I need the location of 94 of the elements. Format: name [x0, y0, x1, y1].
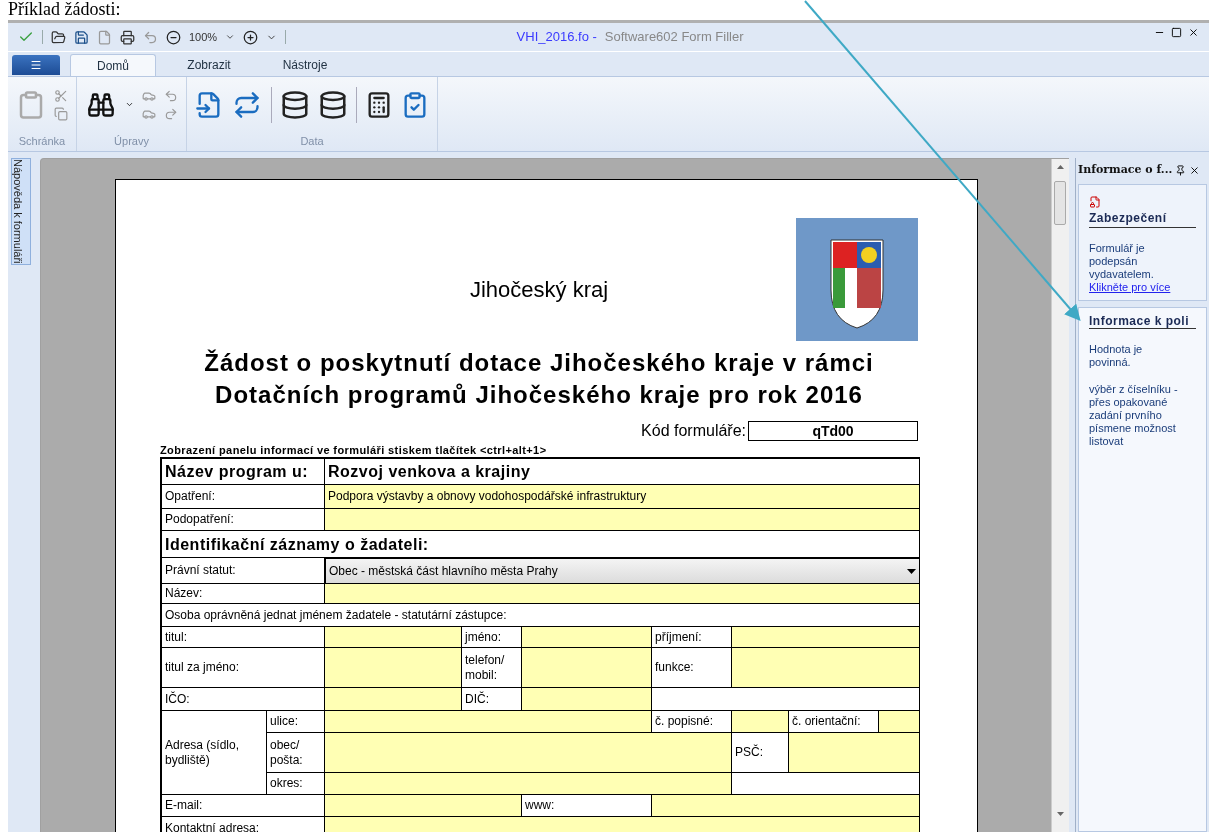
form-label: č. orientační: [789, 711, 879, 733]
form-label: okres: [267, 773, 325, 795]
input-field[interactable] [652, 795, 920, 817]
input-field[interactable] [325, 733, 732, 773]
panel-title: Informace o f... [1078, 161, 1173, 178]
form-label: www: [522, 795, 652, 817]
zoom-out-icon[interactable] [166, 29, 181, 45]
more-info-link[interactable]: Klikněte pro více [1089, 281, 1196, 294]
close-icon[interactable] [1188, 27, 1199, 38]
side-tab[interactable]: Nápověda k formuláři [11, 158, 31, 265]
ribbon-group-label: Data [300, 133, 324, 149]
input-field[interactable] [522, 688, 652, 711]
input-field[interactable] [325, 688, 462, 711]
section-heading: Informace k poli [1089, 314, 1196, 329]
app-menu-button[interactable] [12, 55, 60, 75]
input-field[interactable] [325, 795, 522, 817]
caret-icon [907, 568, 916, 574]
window-title-file: VHI_2016.fo - [516, 28, 597, 47]
scroll-down-icon[interactable] [1057, 812, 1064, 816]
form-label: Adresa (sídlo, bydliště) [162, 711, 267, 795]
maximize-icon[interactable] [1171, 27, 1182, 38]
input-field[interactable]: Podpora výstavby a obnovy vodohospodářské infrastruktury [325, 485, 920, 509]
form-title: Dotačních programů Jihočeského kraje pro rok 2016 [215, 380, 863, 410]
form-label: PSČ: [732, 733, 789, 773]
input-field[interactable] [325, 584, 920, 604]
input-field[interactable] [325, 509, 920, 531]
import-icon[interactable] [195, 89, 223, 120]
zoom-in-icon[interactable] [243, 29, 259, 45]
ribbon-tab[interactable]: Nástroje [262, 54, 348, 76]
pin-icon[interactable] [1175, 164, 1187, 176]
region-name: Jihočeský kraj [468, 276, 610, 304]
ribbon-group-label: Schránka [18, 133, 66, 149]
form-label: Opatření: [162, 485, 325, 509]
section-heading: Zabezpečení [1089, 209, 1196, 228]
field-info-text: výběr z číselníku - přes opakované zadání prvního písmene možnost listovat [1089, 383, 1179, 448]
document-caption: Příklad žádosti: [8, 0, 121, 20]
input-field[interactable] [732, 711, 789, 733]
form-label: obec/ pošta: [267, 733, 325, 773]
input-field[interactable] [789, 733, 920, 773]
form-heading: Rozvoj venkova a krajiny [325, 459, 920, 485]
hint-text: Zobrazení panelu informací ve formuláři stiskem tlačítek <ctrl+alt+1> [160, 443, 548, 457]
form-heading: Identifikační záznamy o žadateli: [162, 531, 920, 558]
input-field[interactable] [732, 627, 920, 648]
form-label: titul: [162, 627, 325, 648]
form-heading: Název program u: [162, 459, 325, 485]
cut-icon[interactable] [54, 88, 68, 103]
input-field[interactable] [879, 711, 920, 733]
form-label: ulice: [267, 711, 325, 733]
input-field[interactable] [325, 648, 462, 688]
window-title: Software602 Form Filler [604, 28, 744, 47]
input-field[interactable] [325, 773, 732, 795]
form-label: Podopatření: [162, 509, 325, 531]
caret-icon [225, 32, 236, 42]
zoom-dropdown[interactable]: 100% [189, 28, 236, 46]
save-icon[interactable] [74, 29, 89, 45]
ribbon-tab[interactable]: Zobrazit [166, 54, 252, 76]
form-label: Osoba oprávněná jednat jménem žadatele - statutární zástupce: [162, 604, 920, 627]
field-info-text: Hodnota je povinná. [1089, 343, 1144, 369]
scrollbar[interactable] [1051, 159, 1069, 832]
form-label: titul za jméno: [162, 648, 325, 688]
form-label: č. popisné: [652, 711, 732, 733]
ribbon-tab[interactable]: Domů [70, 54, 156, 76]
undo-icon[interactable] [164, 88, 178, 103]
input-field[interactable] [325, 627, 462, 648]
database-save-icon[interactable] [318, 89, 348, 120]
certificate-icon [1089, 195, 1101, 209]
form-label: Název: [162, 584, 325, 604]
database-open-icon[interactable] [280, 89, 310, 120]
form-label: DIČ: [462, 688, 522, 711]
form-title: Žádost o poskytnutí dotace Jihočeského kraje v rámci [204, 348, 874, 378]
input-field[interactable] [522, 648, 652, 688]
scroll-thumb[interactable] [1054, 181, 1066, 225]
input-field[interactable] [522, 627, 652, 648]
close-icon[interactable] [1189, 164, 1201, 176]
security-text: Formulář je podepsán vydavatelem. [1089, 242, 1155, 281]
form-label: funkce: [652, 648, 732, 688]
form-label: Právní statut: [162, 558, 325, 584]
form-label: jméno: [462, 627, 522, 648]
folder-icon[interactable] [51, 29, 66, 45]
scroll-up-icon[interactable] [1057, 165, 1064, 169]
ribbon-group-label: Úpravy [114, 133, 149, 149]
input-field[interactable] [732, 648, 920, 688]
form-label: IČO: [162, 688, 325, 711]
form-label: telefon/ mobil: [462, 648, 522, 688]
form-code-label: Kód formuláře: [641, 421, 746, 441]
binoculars-icon[interactable] [85, 90, 117, 119]
menu-icon [29, 59, 43, 71]
form-code-field: qTd00 [748, 421, 918, 441]
form-label: Kontaktní adresa: [162, 817, 325, 832]
dropdown-field[interactable]: Obec - městská část hlavního města Prahy [325, 558, 920, 584]
form-label: E-mail: [162, 795, 325, 817]
form-label: příjmení: [652, 627, 732, 648]
print-icon[interactable] [120, 29, 135, 45]
input-field[interactable] [325, 711, 652, 733]
